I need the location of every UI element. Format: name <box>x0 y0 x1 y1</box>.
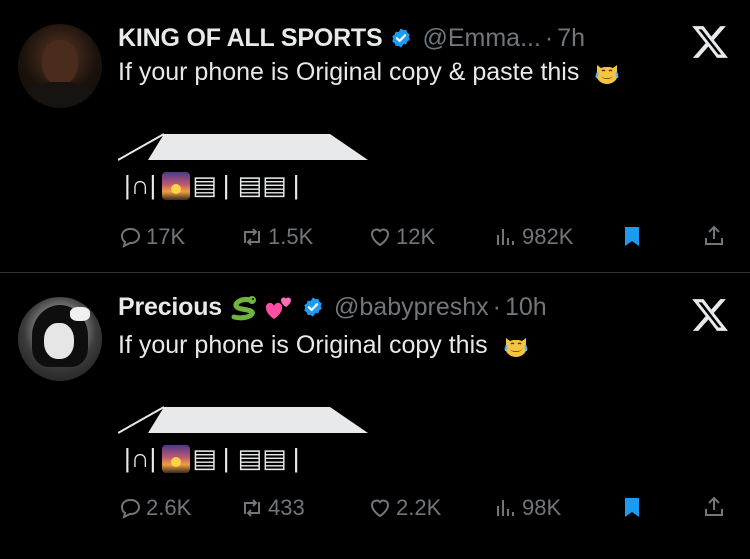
views-icon <box>497 229 514 245</box>
repost-count: 1.5K <box>268 224 314 249</box>
repost-button[interactable]: 433 <box>240 495 305 521</box>
avatar[interactable] <box>18 24 102 108</box>
views-button[interactable]: 98K <box>494 495 561 521</box>
share-button[interactable] <box>702 224 730 248</box>
ascii-house-art: |∩| ▤ | ▤▤ | <box>118 405 368 479</box>
view-count: 982K <box>522 224 574 249</box>
tweet-1[interactable]: KING OF ALL SPORTS @Emma... · 7h If your… <box>0 0 750 272</box>
tweet-header: KING OF ALL SPORTS @Emma... · 7h <box>118 20 585 56</box>
heart-icon <box>370 228 390 247</box>
wall-separator: | <box>222 170 230 200</box>
share-icon <box>705 496 723 516</box>
house-door: |∩| <box>124 443 157 473</box>
views-button[interactable]: 982K <box>494 224 573 250</box>
views-icon <box>497 500 514 516</box>
wall-separator: | <box>222 443 230 473</box>
x-logo-icon <box>692 299 728 331</box>
separator-dot: · <box>544 23 554 52</box>
share-button[interactable] <box>702 495 730 519</box>
house-roof <box>118 133 368 161</box>
tweet-header: Precious @babypreshx · 10h <box>118 289 547 325</box>
view-count: 98K <box>522 495 562 520</box>
avatar-body <box>26 82 94 108</box>
tweet-2[interactable]: Precious @babypreshx · 10h If your phone… <box>0 273 750 559</box>
verified-badge-icon <box>392 28 411 48</box>
timestamp[interactable]: 10h <box>505 293 547 322</box>
ascii-house-art: |∩| ▤ | ▤▤ | <box>118 132 368 206</box>
sunrise-icon <box>162 171 191 200</box>
window-blocks: ▤▤ <box>237 443 287 473</box>
house-walls: |∩| ▤ | ▤▤ | <box>124 170 305 201</box>
share-icon <box>705 225 723 245</box>
reply-icon <box>120 499 141 519</box>
wall-end: | <box>292 443 300 473</box>
reply-count: 2.6K <box>146 495 192 520</box>
avatar-bow <box>70 307 90 321</box>
house-walls: |∩| ▤ | ▤▤ | <box>124 443 305 474</box>
bookmark-button[interactable] <box>620 495 648 519</box>
separator-dot: · <box>492 292 501 321</box>
tears-of-joy-cat-icon <box>595 65 619 84</box>
tweet-text-content: If your phone is Original copy this <box>118 331 488 359</box>
bookmark-icon <box>625 498 639 517</box>
tweet-text: If your phone is Original copy & paste t… <box>118 58 620 87</box>
window-block: ▤ <box>192 443 217 473</box>
snake-icon <box>231 296 257 321</box>
tweet-text: If your phone is Original copy this <box>118 331 529 360</box>
avatar[interactable] <box>18 297 102 381</box>
tears-of-joy-cat-icon <box>504 338 528 357</box>
heart-icon <box>370 499 390 518</box>
repost-icon <box>244 228 260 246</box>
window-block: ▤ <box>192 170 217 200</box>
reply-button[interactable]: 17K <box>118 224 185 250</box>
like-count: 12K <box>396 224 436 249</box>
repost-icon <box>244 499 260 517</box>
wall-end: | <box>292 170 300 200</box>
reply-count: 17K <box>146 224 186 249</box>
user-handle[interactable]: @Emma... <box>422 24 540 53</box>
avatar-face <box>42 40 78 84</box>
timestamp[interactable]: 7h <box>557 24 585 53</box>
reply-icon <box>120 228 141 248</box>
reply-button[interactable]: 2.6K <box>118 495 191 521</box>
action-bar: 2.6K 433 2.2K 98K <box>118 495 728 525</box>
x-logo-icon <box>692 26 728 58</box>
like-button[interactable]: 12K <box>368 224 435 250</box>
like-button[interactable]: 2.2K <box>368 495 441 521</box>
action-bar: 17K 1.5K 12K 982K <box>118 224 728 254</box>
sunrise-icon <box>162 444 191 473</box>
avatar-face <box>44 323 74 359</box>
house-door: |∩| <box>124 170 157 200</box>
display-name[interactable]: Precious <box>118 293 222 322</box>
bookmark-icon <box>625 227 639 246</box>
tweet-text-content: If your phone is Original copy & paste t… <box>118 58 580 86</box>
window-blocks: ▤▤ <box>237 170 287 200</box>
bookmark-button[interactable] <box>620 224 648 248</box>
repost-button[interactable]: 1.5K <box>240 224 313 250</box>
user-handle[interactable]: @babypreshx <box>334 293 489 322</box>
house-roof <box>118 406 368 434</box>
verified-badge-icon <box>304 297 322 317</box>
display-name[interactable]: KING OF ALL SPORTS <box>118 24 383 53</box>
two-hearts-icon <box>265 297 292 319</box>
repost-count: 433 <box>268 495 305 520</box>
like-count: 2.2K <box>396 495 442 520</box>
